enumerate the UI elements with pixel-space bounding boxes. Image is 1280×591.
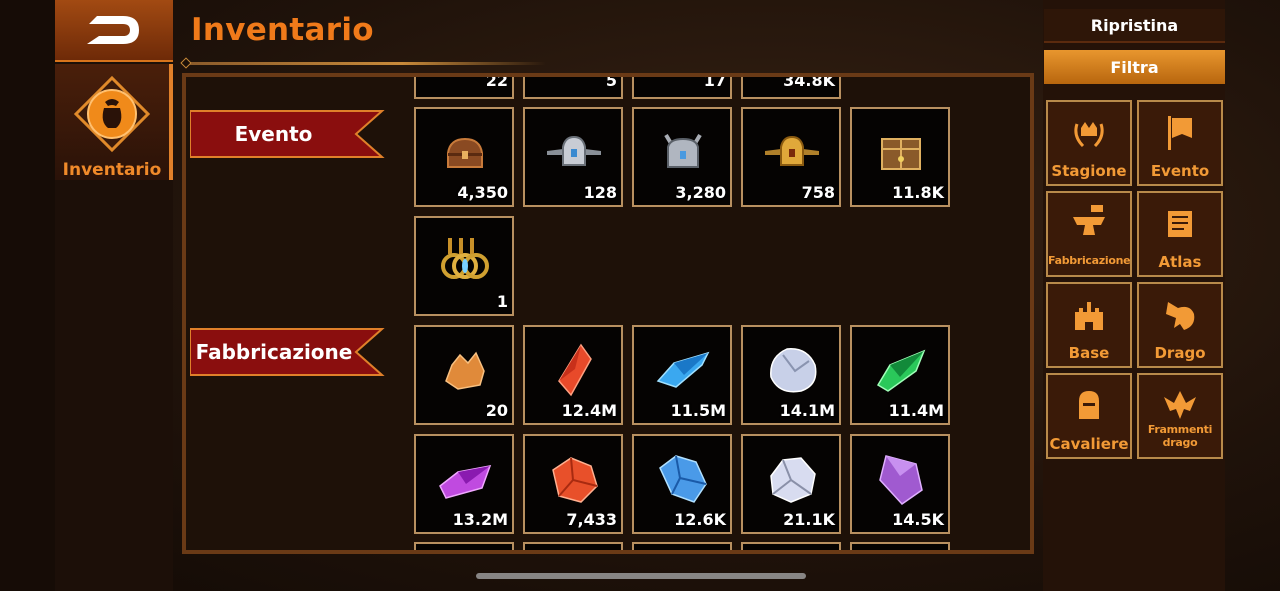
silver-winged-chest-icon: [547, 135, 601, 166]
inventory-slot[interactable]: 128: [523, 107, 623, 207]
filter-evento[interactable]: Evento: [1137, 100, 1223, 186]
dragon-fragment-icon: [1164, 391, 1196, 419]
knight-helmet-icon: [1079, 391, 1099, 419]
filter-button[interactable]: Filtra: [1044, 50, 1225, 84]
inventory-slot[interactable]: 34.8K: [741, 77, 841, 99]
inventory-slot[interactable]: 20: [414, 325, 514, 425]
inventory-slot[interactable]: 13.2M: [414, 434, 514, 534]
page-title: Inventario: [191, 12, 374, 48]
laurel-crown-icon: [1074, 122, 1104, 148]
treasure-crate-icon: [881, 138, 921, 170]
filter-frammenti-drago[interactable]: Frammenti drago: [1137, 373, 1223, 459]
inventory-slot[interactable]: 12.4M: [523, 325, 623, 425]
anvil-icon: [1073, 205, 1105, 235]
section-label: Fabbricazione: [195, 340, 353, 364]
tab-label: Inventario: [62, 160, 162, 180]
banner-icon: [1168, 116, 1192, 150]
inventory-slot[interactable]: 11.5M: [632, 325, 732, 425]
violet-crystal-icon: [879, 455, 923, 505]
gold-ore-icon: [445, 351, 485, 390]
inventory-slot[interactable]: [632, 542, 732, 550]
bag-icon: [72, 74, 152, 158]
inventory-slot[interactable]: 4,350: [414, 107, 514, 207]
gold-rings-icon: [441, 238, 489, 279]
castle-icon: [1075, 302, 1103, 330]
section-label: Evento: [234, 122, 313, 146]
inventory-grid: 22 5 17 34.8K Evento 4,350 128 3,280 758…: [186, 77, 1030, 550]
inventory-slot[interactable]: 21.1K: [741, 434, 841, 534]
purple-crystal-icon: [439, 465, 492, 499]
inventory-slot[interactable]: 14.1M: [741, 325, 841, 425]
inventory-slot[interactable]: 758: [741, 107, 841, 207]
blue-ore-icon: [659, 455, 707, 503]
red-ore-icon: [552, 457, 598, 503]
inventory-panel[interactable]: 22 5 17 34.8K Evento 4,350 128 3,280 758…: [182, 73, 1034, 554]
filter-cavaliere[interactable]: Cavaliere: [1046, 373, 1132, 459]
red-crystal-icon: [558, 343, 592, 397]
gold-winged-chest-icon: [765, 135, 819, 166]
reset-button[interactable]: Ripristina: [1044, 9, 1225, 43]
inventory-slot[interactable]: 12.6K: [632, 434, 732, 534]
map-scroll-icon: [1168, 211, 1192, 237]
side-column: [55, 180, 173, 591]
inventory-slot[interactable]: [523, 542, 623, 550]
filter-fabbricazione[interactable]: Fabbricazione: [1046, 191, 1132, 277]
inventory-slot[interactable]: [741, 542, 841, 550]
white-crystal-icon: [770, 348, 817, 393]
inventory-slot[interactable]: 17: [632, 77, 732, 99]
inventory-slot[interactable]: [414, 542, 514, 550]
dragon-head-icon: [1166, 302, 1195, 330]
silver-spiked-chest-icon: [664, 133, 702, 168]
inventory-slot[interactable]: 14.5K: [850, 434, 950, 534]
back-arrow-icon: [87, 16, 139, 44]
blue-crystal-icon: [656, 351, 710, 388]
inventory-slot[interactable]: 22: [414, 77, 514, 99]
section-ribbon-evento: Evento: [189, 107, 386, 161]
back-button[interactable]: [55, 0, 173, 62]
brown-chest-icon: [447, 137, 483, 168]
inventory-slot[interactable]: 7,433: [523, 434, 623, 534]
title-divider: [186, 62, 546, 65]
inventory-slot[interactable]: 5: [523, 77, 623, 99]
filter-stagione[interactable]: Stagione: [1046, 100, 1132, 186]
green-crystal-icon: [876, 349, 926, 392]
inventory-slot[interactable]: 1: [414, 216, 514, 316]
section-ribbon-fabbricazione: Fabbricazione: [189, 325, 386, 379]
tab-inventario[interactable]: Inventario: [55, 64, 173, 180]
filter-atlas[interactable]: Atlas: [1137, 191, 1223, 277]
inventory-slot[interactable]: [850, 542, 950, 550]
filter-drago[interactable]: Drago: [1137, 282, 1223, 368]
left-rail: [0, 0, 55, 591]
home-indicator[interactable]: [476, 573, 806, 579]
filter-base[interactable]: Base: [1046, 282, 1132, 368]
inventory-slot[interactable]: 11.4M: [850, 325, 950, 425]
silver-ore-icon: [770, 457, 816, 503]
inventory-slot[interactable]: 3,280: [632, 107, 732, 207]
inventory-slot[interactable]: 11.8K: [850, 107, 950, 207]
